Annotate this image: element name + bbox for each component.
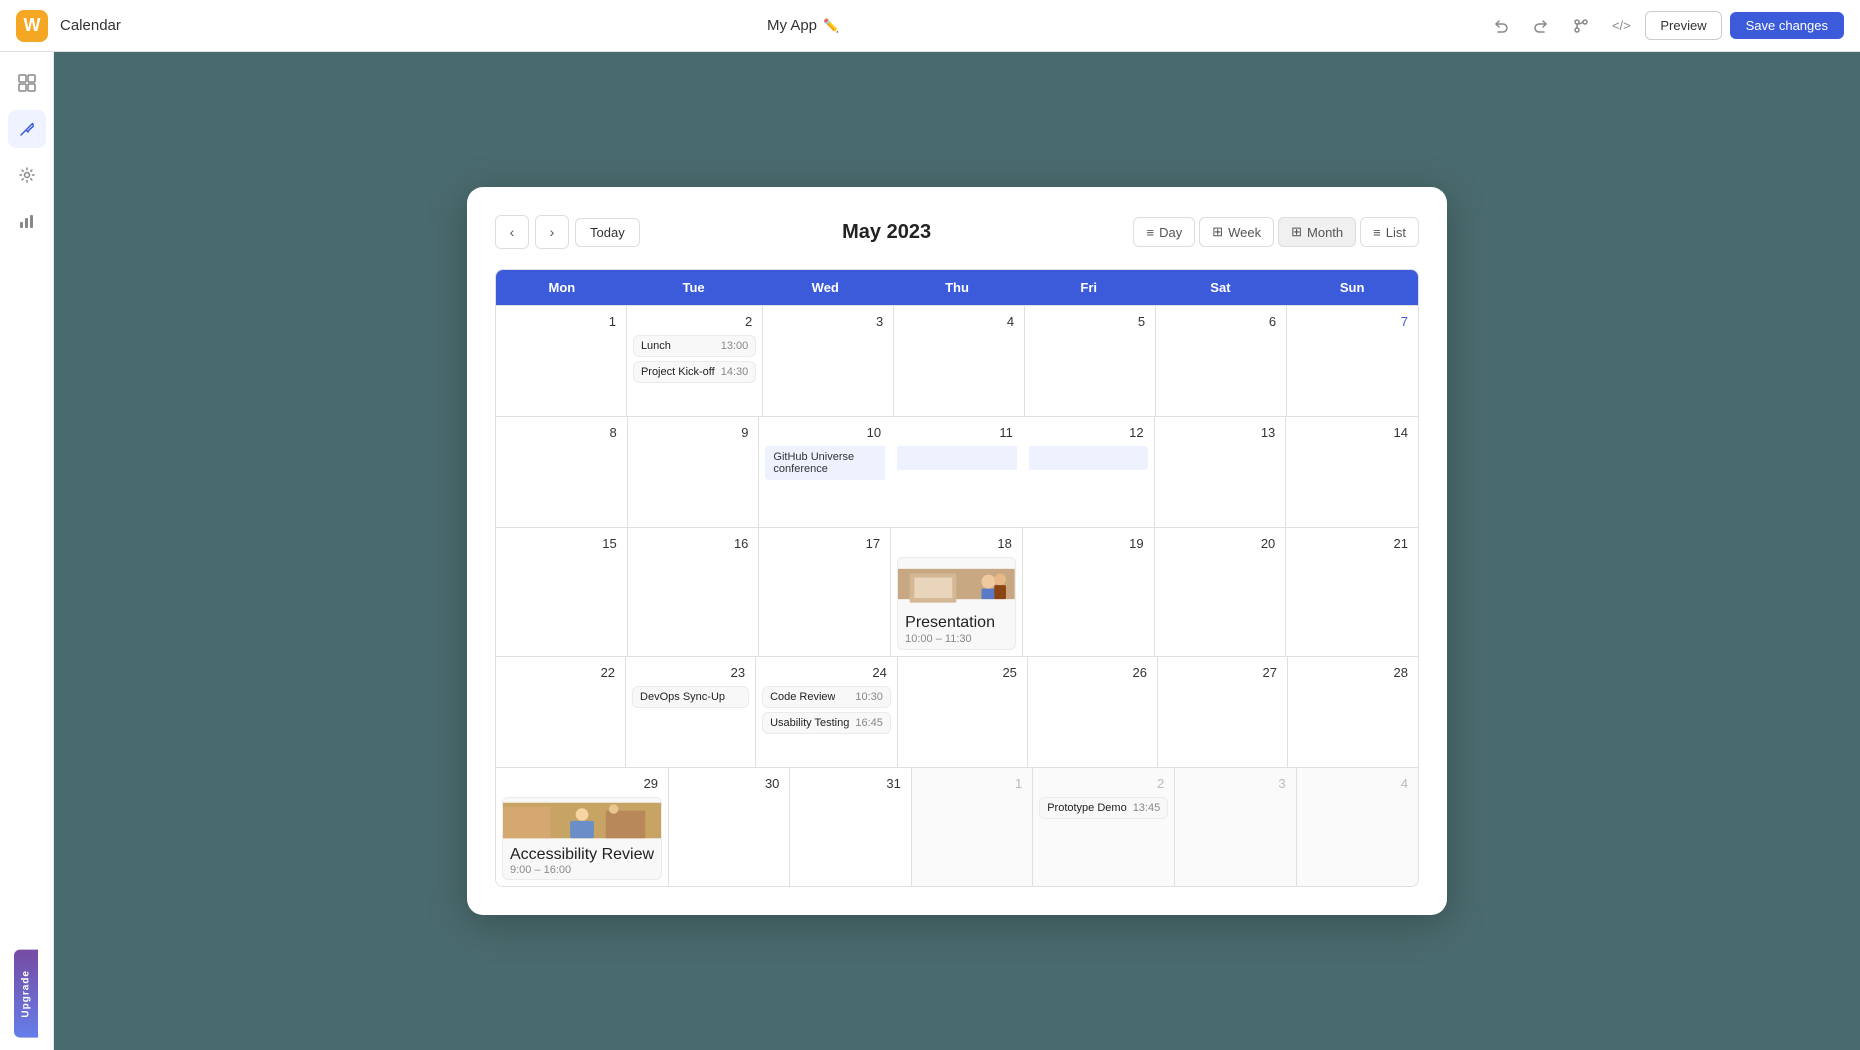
day-may-28[interactable]: 28	[1288, 657, 1418, 767]
event-presentation[interactable]: Presentation 10:00 – 11:30	[897, 557, 1016, 650]
sidebar: Upgrade	[0, 52, 54, 1050]
day-headers: Mon Tue Wed Thu Fri Sat Sun	[496, 270, 1418, 305]
day-may-29[interactable]: 29	[496, 768, 669, 886]
day-header-tue: Tue	[628, 270, 760, 305]
day-may-18[interactable]: 18	[891, 528, 1023, 656]
event-project-kickoff[interactable]: Project Kick-off 14:30	[633, 361, 756, 383]
event-lunch[interactable]: Lunch 13:00	[633, 335, 756, 357]
day-may-2[interactable]: 2 Lunch 13:00 Project Kick-off 14:30	[627, 306, 763, 416]
day-may-19[interactable]: 19	[1023, 528, 1155, 656]
sidebar-item-settings[interactable]	[8, 156, 46, 194]
day-may-10[interactable]: 10 GitHub Universe conference	[759, 417, 891, 527]
save-button[interactable]: Save changes	[1730, 12, 1844, 39]
day-header-mon: Mon	[496, 270, 628, 305]
view-month-button[interactable]: ⊞Month	[1278, 217, 1356, 247]
day-header-sun: Sun	[1286, 270, 1418, 305]
calendar-grid: Mon Tue Wed Thu Fri Sat Sun 1 2 Lunch	[495, 269, 1419, 887]
day-may-9[interactable]: 9	[628, 417, 760, 527]
calendar: ‹ › Today May 2023 ≡Day ⊞Week ⊞Month	[467, 187, 1447, 915]
main-layout: Upgrade ‹ › Today May 2023 ≡Day ⊞Week	[0, 52, 1860, 1050]
week-5: 29	[496, 767, 1418, 886]
event-usability-testing[interactable]: Usability Testing 16:45	[762, 712, 891, 734]
day-header-fri: Fri	[1023, 270, 1155, 305]
day-jun-1[interactable]: 1	[912, 768, 1033, 886]
sidebar-item-analytics[interactable]	[8, 202, 46, 240]
day-may-24[interactable]: 24 Code Review 10:30 Usability Testing 1…	[756, 657, 898, 767]
day-jun-4[interactable]: 4	[1297, 768, 1418, 886]
today-button[interactable]: Today	[575, 218, 640, 247]
view-week-button[interactable]: ⊞Week	[1199, 217, 1274, 247]
day-may-17[interactable]: 17	[759, 528, 891, 656]
code-button[interactable]: </>	[1605, 10, 1637, 42]
day-header-thu: Thu	[891, 270, 1023, 305]
day-may-27[interactable]: 27	[1158, 657, 1288, 767]
week-1: 1 2 Lunch 13:00 Project Kick-off 14:30 3	[496, 305, 1418, 416]
redo-button[interactable]	[1525, 10, 1557, 42]
topbar: W Calendar My App ✏️ </> Preview Save ch…	[0, 0, 1860, 52]
day-may-21[interactable]: 21	[1286, 528, 1418, 656]
event-devops-syncup[interactable]: DevOps Sync-Up	[632, 686, 749, 708]
toolbar-actions: </> Preview Save changes	[1485, 10, 1844, 42]
week-3: 15 16 17 18	[496, 527, 1418, 656]
preview-button[interactable]: Preview	[1645, 11, 1721, 40]
day-may-3[interactable]: 3	[763, 306, 894, 416]
day-may-25[interactable]: 25	[898, 657, 1028, 767]
week-2: 8 9 10 GitHub Universe conference 11 12	[496, 416, 1418, 527]
edit-icon[interactable]: ✏️	[823, 18, 839, 34]
day-may-13[interactable]: 13	[1155, 417, 1287, 527]
view-list-button[interactable]: ≡List	[1360, 217, 1419, 247]
day-may-5[interactable]: 5	[1025, 306, 1156, 416]
day-may-7[interactable]: 7	[1287, 306, 1418, 416]
app-name-label: My App ✏️	[767, 17, 839, 34]
next-month-button[interactable]: ›	[535, 215, 569, 249]
view-buttons: ≡Day ⊞Week ⊞Month ≡List	[1133, 217, 1419, 247]
event-code-review[interactable]: Code Review 10:30	[762, 686, 891, 708]
sidebar-item-dashboard[interactable]	[8, 64, 46, 102]
content-area: ‹ › Today May 2023 ≡Day ⊞Week ⊞Month	[54, 52, 1860, 1050]
day-may-20[interactable]: 20	[1155, 528, 1287, 656]
app-logo: W	[16, 10, 48, 42]
sidebar-bottom: Upgrade	[15, 950, 38, 1038]
event-prototype-demo[interactable]: Prototype Demo 13:45	[1039, 797, 1168, 819]
day-may-26[interactable]: 26	[1028, 657, 1158, 767]
day-jun-2[interactable]: 2 Prototype Demo 13:45	[1033, 768, 1175, 886]
day-may-6[interactable]: 6	[1156, 306, 1287, 416]
prev-month-button[interactable]: ‹	[495, 215, 529, 249]
view-day-button[interactable]: ≡Day	[1133, 217, 1195, 247]
day-jun-3[interactable]: 3	[1175, 768, 1296, 886]
calendar-nav: ‹ › Today	[495, 215, 640, 249]
day-may-30[interactable]: 30	[669, 768, 790, 886]
day-may-8[interactable]: 8	[496, 417, 628, 527]
undo-button[interactable]	[1485, 10, 1517, 42]
event-github-universe[interactable]: GitHub Universe conference	[765, 446, 885, 480]
day-may-1[interactable]: 1	[496, 306, 627, 416]
branch-button[interactable]	[1565, 10, 1597, 42]
week-4: 22 23 DevOps Sync-Up 24 Code Review 10:3…	[496, 656, 1418, 767]
day-may-15[interactable]: 15	[496, 528, 628, 656]
day-header-wed: Wed	[759, 270, 891, 305]
day-may-31[interactable]: 31	[790, 768, 911, 886]
day-may-12[interactable]: 12	[1023, 417, 1155, 527]
day-header-sat: Sat	[1155, 270, 1287, 305]
day-may-22[interactable]: 22	[496, 657, 626, 767]
day-may-4[interactable]: 4	[894, 306, 1025, 416]
calendar-title: May 2023	[842, 221, 931, 244]
day-may-23[interactable]: 23 DevOps Sync-Up	[626, 657, 756, 767]
day-may-14[interactable]: 14	[1286, 417, 1418, 527]
day-may-11[interactable]: 11	[891, 417, 1023, 527]
event-accessibility-review[interactable]: Accessibility Review 9:00 – 16:00	[502, 797, 662, 880]
page-title: Calendar	[60, 17, 121, 34]
sidebar-item-tools[interactable]	[8, 110, 46, 148]
day-may-16[interactable]: 16	[628, 528, 760, 656]
upgrade-button[interactable]: Upgrade	[14, 950, 38, 1038]
calendar-header: ‹ › Today May 2023 ≡Day ⊞Week ⊞Month	[495, 215, 1419, 249]
